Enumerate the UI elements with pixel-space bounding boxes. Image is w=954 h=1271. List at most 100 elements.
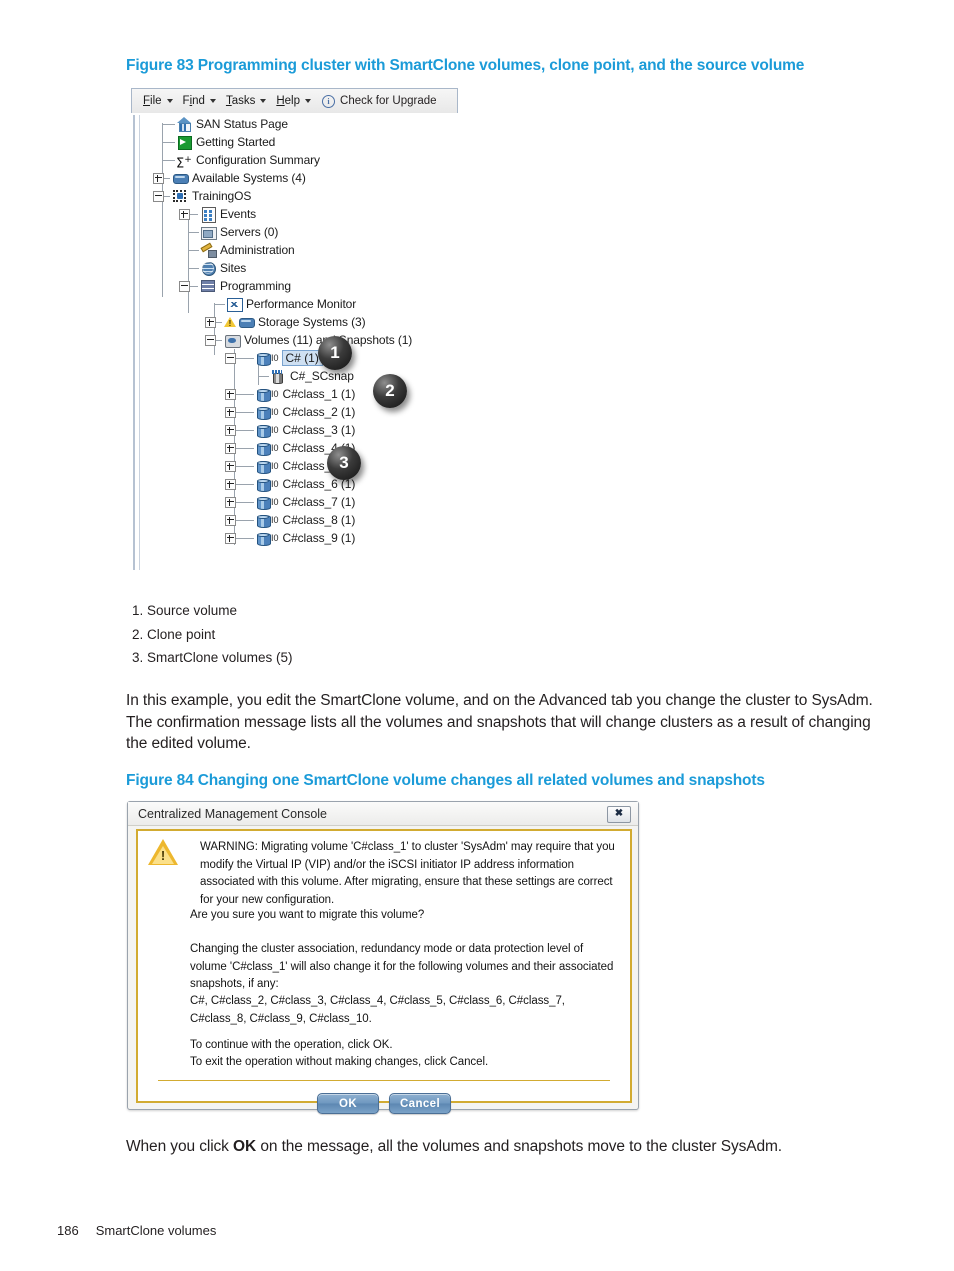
io-label: I0: [271, 353, 279, 363]
cancel-button[interactable]: Cancel: [389, 1093, 451, 1114]
tree-connector: [162, 142, 175, 143]
tree-item-label: SAN Status Page: [196, 117, 288, 131]
tree-item-storage-systems[interactable]: Storage Systems (3): [205, 313, 366, 331]
tree-expander-plus[interactable]: [225, 496, 236, 508]
tree-item-volume-class-7[interactable]: I0 C#class_7 (1): [225, 493, 355, 511]
tree-item-programming[interactable]: Programming: [179, 277, 291, 295]
io-label: I0: [271, 533, 279, 543]
check-for-upgrade-button[interactable]: i Check for Upgrade: [322, 94, 437, 108]
legend-item-1: 1. Source volume: [132, 603, 238, 618]
chevron-down-icon: [260, 99, 267, 103]
tree-item-label: Servers (0): [220, 225, 279, 239]
info-icon: i: [322, 94, 336, 108]
chevron-down-icon: [209, 99, 216, 103]
legend-item-3: 3. SmartClone volumes (5): [132, 650, 293, 665]
page-footer: 186 SmartClone volumes: [57, 1223, 216, 1238]
tree-connector: [236, 394, 254, 395]
tree-expander-plus[interactable]: [225, 424, 236, 436]
tree-expander-plus[interactable]: [225, 388, 236, 400]
tree-item-volume-csharp[interactable]: I0 C# (1): [225, 349, 323, 367]
tree-item-label: Sites: [220, 261, 247, 275]
tree-item-san-status-page[interactable]: SAN Status Page: [162, 115, 288, 133]
tree-expander-plus[interactable]: [225, 478, 236, 490]
tree-connector: [236, 412, 254, 413]
io-label: I0: [271, 461, 279, 471]
io-label: I0: [271, 515, 279, 525]
tree-expander-minus[interactable]: [179, 280, 190, 292]
tree-item-volumes-and-snapshots[interactable]: Volumes (11) and Snapshots (1): [205, 331, 412, 349]
tree-item-volume-class-3[interactable]: I0 C#class_3 (1): [225, 421, 355, 439]
menu-item-find[interactable]: Find: [178, 93, 221, 109]
tree-connector: [188, 232, 199, 233]
snapshot-icon: [270, 369, 284, 384]
tree-item-label: Configuration Summary: [196, 153, 320, 167]
menu-help-label-underlined: H: [276, 95, 285, 107]
tree-connector: [236, 430, 254, 431]
menu-item-help[interactable]: Help: [271, 93, 316, 109]
green-arrow-icon: [176, 135, 192, 150]
io-label: I0: [271, 497, 279, 507]
menu-item-file[interactable]: File: [138, 93, 178, 109]
menu-file-label-underlined: F: [143, 95, 151, 107]
tree-expander-plus[interactable]: [153, 172, 164, 184]
tree-item-label: Events: [220, 207, 257, 221]
tree-connector: [188, 268, 199, 269]
tree-item-getting-started[interactable]: Getting Started: [162, 133, 275, 151]
tree-item-servers[interactable]: Servers (0): [188, 223, 278, 241]
tree-item-performance-monitor[interactable]: Performance Monitor: [214, 295, 356, 313]
dialog-ok-instruction: To continue with the operation, click OK…: [190, 1039, 393, 1051]
tree-item-label: Available Systems (4): [192, 171, 306, 185]
tree-item-available-systems[interactable]: Available Systems (4): [153, 169, 306, 187]
tree-item-configuration-summary[interactable]: Σ+ Configuration Summary: [162, 151, 320, 171]
tree-connector: [188, 250, 199, 251]
tree-item-label: Administration: [220, 243, 295, 257]
close-icon[interactable]: ✖: [607, 806, 631, 823]
tree-expander-minus[interactable]: [205, 334, 216, 346]
dialog-warning-text: WARNING: Migrating volume 'C#class_1' to…: [200, 841, 615, 906]
figure-83-caption: Figure 83 Programming cluster with Smart…: [126, 57, 805, 74]
tree-item-volume-class-9[interactable]: I0 C#class_9 (1): [225, 529, 355, 547]
page-number: 186: [57, 1223, 79, 1238]
menu-bar: File Find Tasks Help i Check for Upgrade: [131, 88, 458, 113]
tree-expander-minus[interactable]: [153, 190, 164, 202]
systems-icon: [172, 171, 189, 186]
navigation-tree-panel[interactable]: SAN Status Page Getting Started Σ+ Confi…: [133, 115, 458, 570]
warning-icon: [224, 315, 236, 330]
tree-expander-plus[interactable]: [225, 532, 236, 544]
tree-expander-plus[interactable]: [179, 208, 190, 220]
tree-item-trainingos[interactable]: TrainingOS: [153, 187, 251, 205]
tree-expander-plus[interactable]: [225, 514, 236, 526]
tree-item-events[interactable]: Events: [179, 205, 256, 223]
figure-84-caption: Figure 84 Changing one SmartClone volume…: [126, 772, 765, 789]
chevron-down-icon: [305, 99, 312, 103]
tree-item-label: Storage Systems (3): [258, 315, 366, 329]
io-label: I0: [271, 479, 279, 489]
tree-expander-plus[interactable]: [225, 406, 236, 418]
ok-button[interactable]: OK: [317, 1093, 379, 1114]
tree-connector: [236, 466, 254, 467]
body-paragraph-2-prefix: When you click: [126, 1138, 234, 1155]
tree-expander-plus[interactable]: [225, 442, 236, 454]
tree-item-sites[interactable]: Sites: [188, 259, 246, 277]
tree-item-volume-class-8[interactable]: I0 C#class_8 (1): [225, 511, 355, 529]
tree-expander-plus[interactable]: [205, 316, 216, 328]
tree-connector: [216, 322, 222, 323]
volume-icon: [256, 459, 271, 474]
tree-item-snapshot-scsnap[interactable]: C#_SCsnap: [258, 367, 354, 385]
io-label: I0: [271, 407, 279, 417]
tree-item-volume-class-2[interactable]: I0 C#class_2 (1): [225, 403, 355, 421]
legend-item-2: 2. Clone point: [132, 626, 216, 642]
tree-expander-plus[interactable]: [225, 460, 236, 472]
sigma-icon: Σ+: [176, 154, 192, 171]
tree-item-label: C#class_7 (1): [282, 495, 356, 509]
tree-expander-minus[interactable]: [225, 352, 236, 364]
tree-item-administration[interactable]: Administration: [188, 241, 295, 259]
menu-item-tasks[interactable]: Tasks: [221, 93, 271, 109]
footer-section-label: SmartClone volumes: [95, 1223, 217, 1238]
tree-item-label: C#class_8 (1): [282, 513, 356, 527]
tree-item-label-selected: C# (1): [281, 350, 323, 366]
tree-item-volume-class-1[interactable]: I0 C#class_1 (1): [225, 385, 355, 403]
body-paragraph-2: When you click OK on the message, all th…: [126, 1136, 916, 1158]
systems-icon: [238, 315, 255, 330]
centralized-management-console-dialog: Centralized Management Console ✖ ! WARNI…: [127, 801, 639, 1114]
